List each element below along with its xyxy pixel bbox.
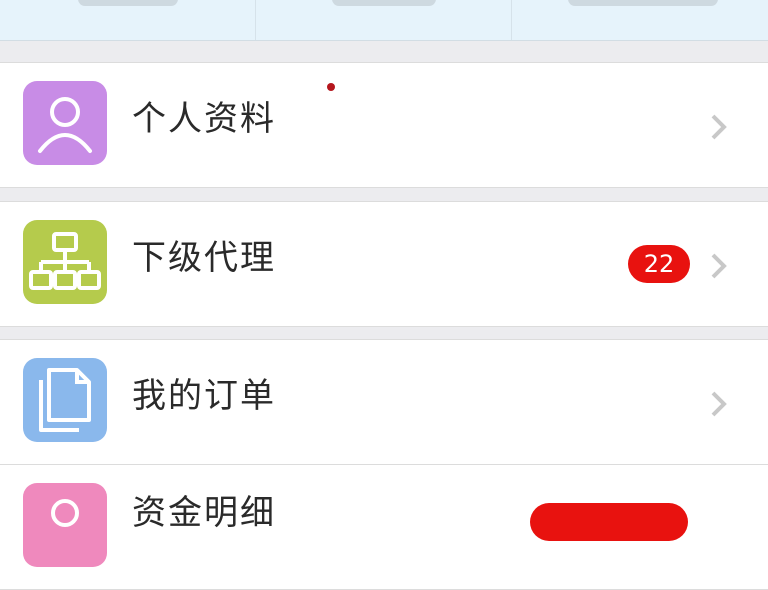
hierarchy-icon	[23, 220, 107, 304]
menu-item-label: 个人资料	[132, 99, 276, 139]
menu-item-label: 资金明细	[132, 493, 276, 533]
wallet-icon	[23, 483, 107, 567]
menu-item-profile[interactable]: 个人资料	[0, 62, 768, 188]
top-tab-2[interactable]	[256, 0, 511, 40]
menu-item-label: 我的订单	[132, 376, 276, 416]
menu-item-fund-details[interactable]: 资金明细	[0, 464, 768, 590]
chevron-right-icon	[711, 114, 727, 140]
count-badge	[530, 503, 688, 541]
top-tab-3[interactable]	[512, 0, 768, 40]
menu-item-label: 下级代理	[132, 238, 276, 278]
notification-dot	[327, 83, 335, 91]
chevron-right-icon	[711, 253, 727, 279]
menu-item-sub-agent[interactable]: 下级代理 22	[0, 201, 768, 327]
top-tab-bar	[0, 0, 768, 41]
documents-icon	[23, 358, 107, 442]
count-badge: 22	[628, 245, 690, 283]
chevron-right-icon	[711, 391, 727, 417]
person-icon	[23, 81, 107, 165]
menu-item-my-orders[interactable]: 我的订单	[0, 339, 768, 465]
top-tab-1[interactable]	[0, 0, 255, 40]
